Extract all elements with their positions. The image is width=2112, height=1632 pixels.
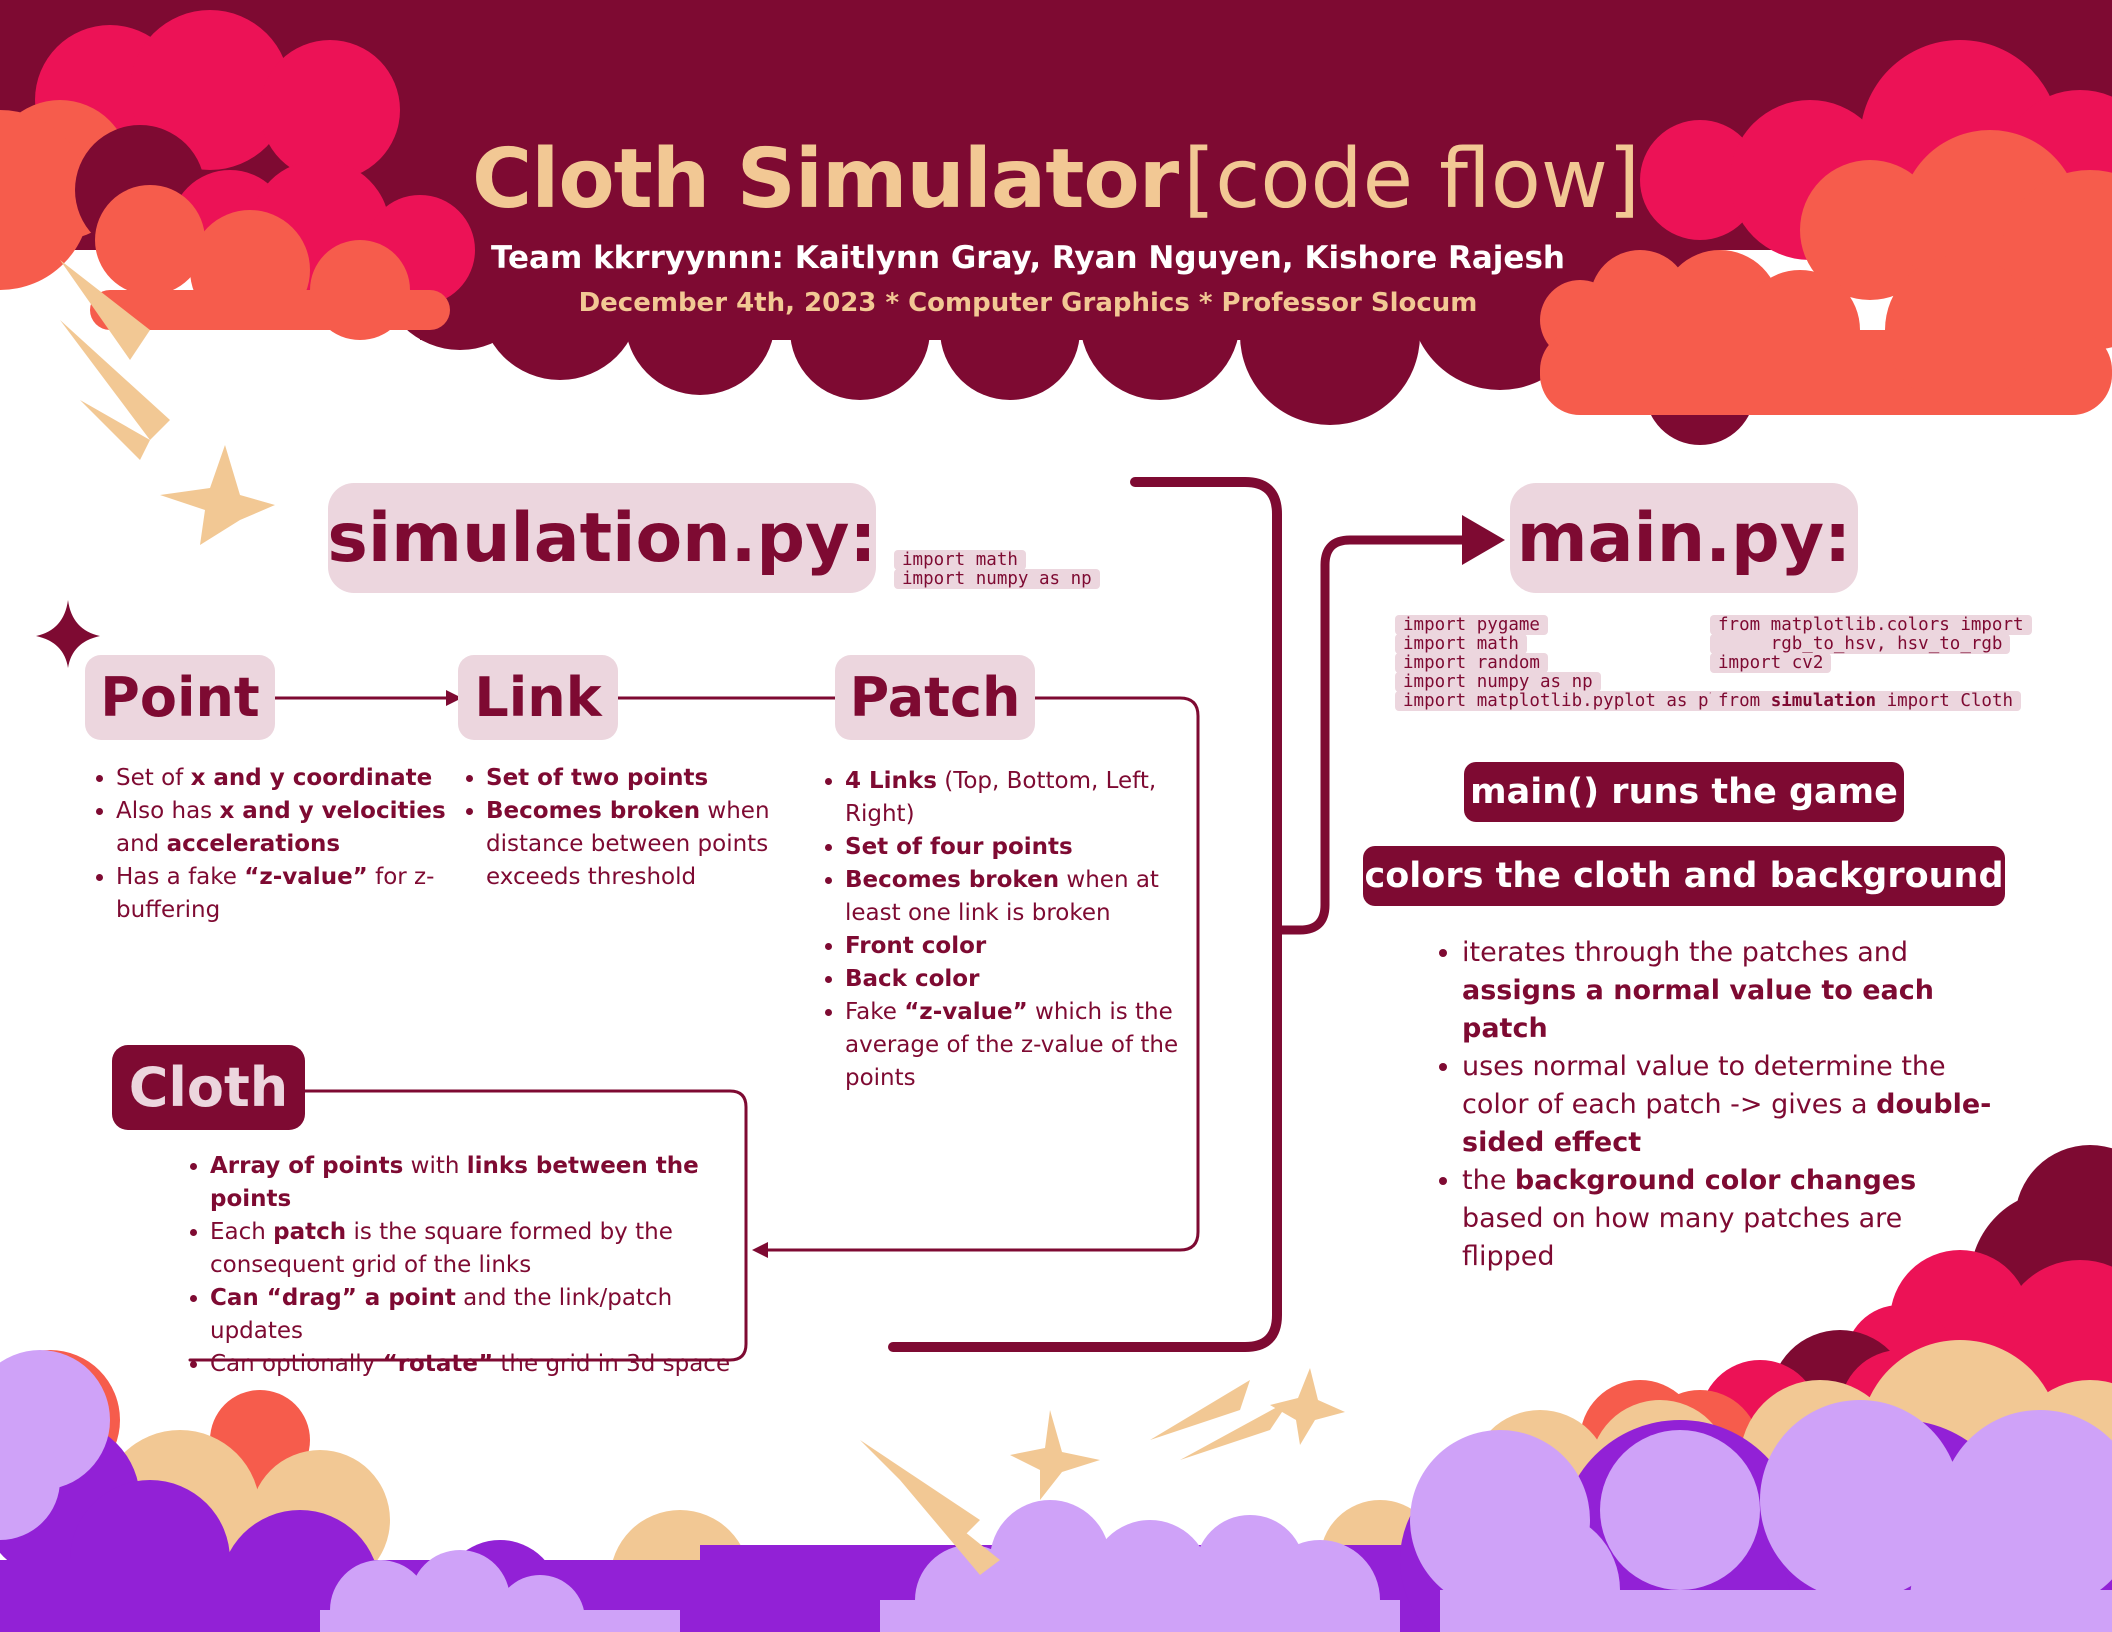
bullet-item: Has a fake “z-value” for z-buffering — [116, 861, 446, 927]
cloth-node: Cloth — [112, 1045, 305, 1130]
bullet-item: Also has x and y velocities and accelera… — [116, 795, 446, 861]
bullet-item: the background color changes based on ho… — [1462, 1162, 2002, 1276]
bullet-item: Array of points with links between the p… — [210, 1150, 770, 1216]
code-line: from matplotlib.colors import — [1710, 615, 2032, 635]
bullet-item: Becomes broken when at least one link is… — [845, 864, 1195, 930]
patch-node: Patch — [835, 655, 1035, 740]
page-title: Cloth Simulator [code flow] — [0, 132, 2112, 227]
bullet-item: Set of two points — [486, 762, 816, 795]
bullet-item: Each patch is the square formed by the c… — [210, 1216, 770, 1282]
code-line: import cv2 — [1710, 653, 2032, 673]
link-bullets: Set of two pointsBecomes broken when dis… — [456, 762, 816, 894]
bullet-item: Set of four points — [845, 831, 1195, 864]
code-line: import random — [1395, 653, 1738, 673]
code-line: import matplotlib.pyplot as plt — [1395, 691, 1738, 711]
main-file-label: main.py: — [1510, 483, 1858, 593]
bullet-item: Becomes broken when distance between poi… — [486, 795, 816, 894]
code-line: import math — [894, 550, 1100, 570]
code-line: import numpy as np — [894, 569, 1100, 589]
code-line: from simulation import Cloth — [1710, 691, 2032, 711]
code-line: import pygame — [1395, 615, 1738, 635]
simulation-imports: import math import numpy as np — [894, 550, 1100, 589]
bullet-item: Fake “z-value” which is the average of t… — [845, 996, 1195, 1095]
main-imports-left: import pygame import math import random imp… — [1395, 615, 1738, 711]
main-runs-label: main() runs the game — [1464, 762, 1904, 822]
bullet-item: uses normal value to determine the color… — [1462, 1048, 2002, 1162]
point-node: Point — [85, 655, 275, 740]
cream-star-bottom-left — [1010, 1410, 1100, 1500]
simulation-file-label: simulation.py: — [327, 483, 877, 593]
link-node: Link — [458, 655, 618, 740]
bullet-item: Back color — [845, 963, 1195, 996]
patch-bullets: 4 Links (Top, Bottom, Left, Right)Set of… — [815, 765, 1195, 1095]
bullet-item: 4 Links (Top, Bottom, Left, Right) — [845, 765, 1195, 831]
bullet-item: Front color — [845, 930, 1195, 963]
title-bold: Cloth Simulator — [472, 132, 1179, 227]
top-cloud-band — [0, 0, 2112, 460]
bullet-item: iterates through the patches and assigns… — [1462, 934, 2002, 1048]
date-line: December 4th, 2023 * Computer Graphics *… — [578, 288, 1478, 318]
cloth-bullets: Array of points with links between the p… — [180, 1150, 770, 1381]
title-light: [code flow] — [1183, 132, 1640, 227]
code-line: rgb_to_hsv, hsv_to_rgb — [1710, 634, 2032, 654]
main-colors-label: colors the cloth and background — [1363, 846, 2005, 906]
cream-star-bottom-right — [1270, 1368, 1345, 1445]
cream-star-left — [160, 445, 275, 545]
bullet-item: Can optionally “rotate” the grid in 3d s… — [210, 1348, 770, 1381]
code-line: import numpy as np — [1395, 672, 1738, 692]
bullet-item: Can “drag” a point and the link/patch up… — [210, 1282, 770, 1348]
main-bullets: iterates through the patches and assigns… — [1432, 934, 2002, 1276]
code-line: import math — [1395, 634, 1738, 654]
team-line: Team kkrryynnn: Kaitlynn Gray, Ryan Nguy… — [491, 240, 1565, 276]
point-bullets: Set of x and y coordinateAlso has x and … — [86, 762, 446, 927]
bullet-item: Set of x and y coordinate — [116, 762, 446, 795]
main-imports-right: from matplotlib.colors import rgb_to_hsv… — [1710, 615, 2032, 711]
